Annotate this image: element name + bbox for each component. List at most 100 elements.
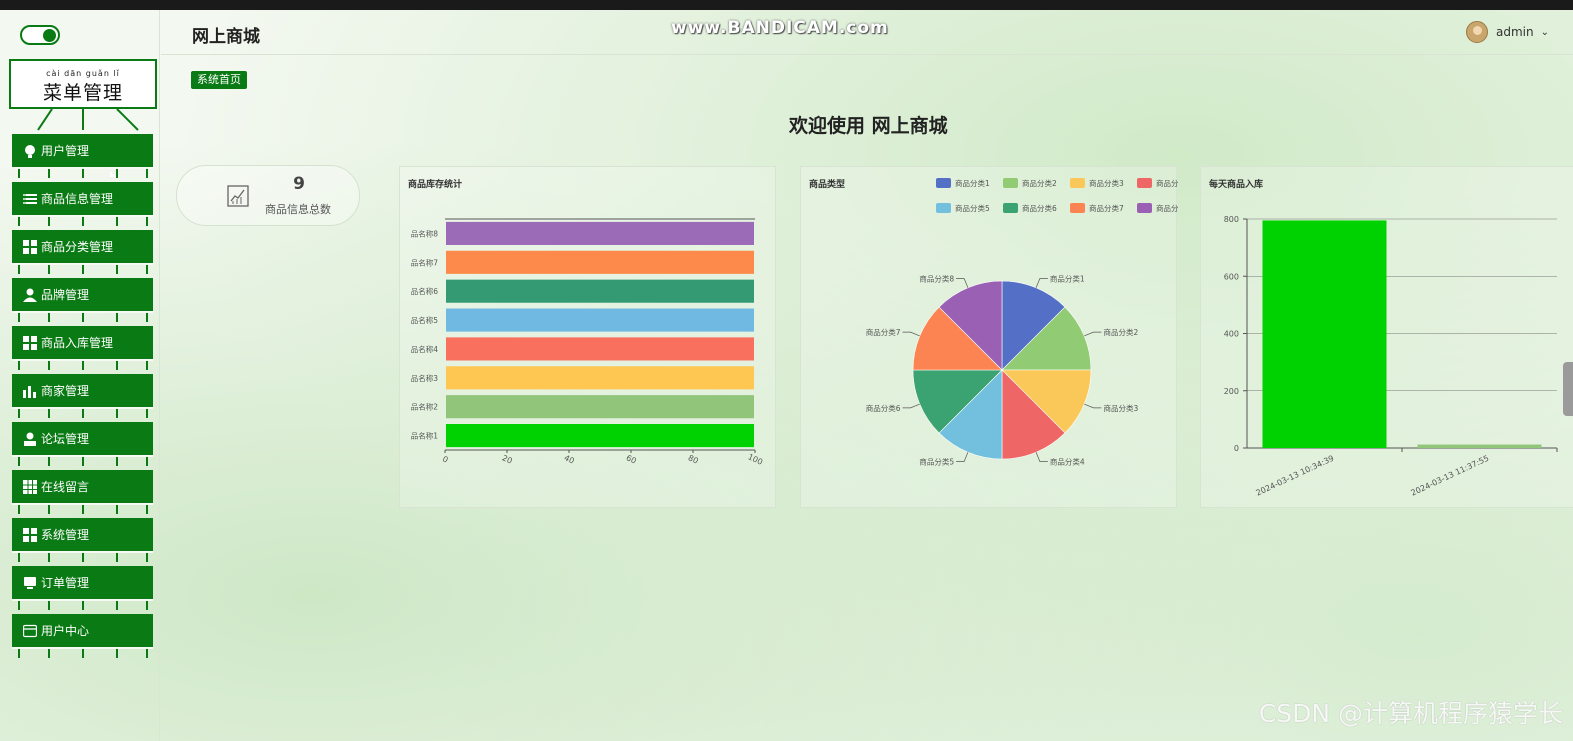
list-icon: [22, 191, 38, 207]
scrollbar-handle[interactable]: [1563, 362, 1573, 416]
y-tick-label: 400: [1224, 330, 1239, 339]
monitor-icon: [22, 575, 38, 591]
pie-label: 商品分类5: [919, 456, 954, 466]
y-tick-label: 800: [1224, 215, 1239, 224]
user-menu[interactable]: admin ⌄: [1466, 21, 1549, 43]
menu-item-pegs: [12, 217, 153, 227]
y-tick-label: 品名称1: [411, 431, 438, 441]
bar-chart-icon: [22, 383, 38, 399]
chevron-down-icon[interactable]: ⌄: [1541, 27, 1549, 38]
legend-swatch: [936, 178, 951, 188]
pie-label-line: [956, 278, 969, 288]
menu-sign-pinyin: cài dān guǎn lǐ: [46, 69, 120, 78]
legend-swatch: [1070, 178, 1085, 188]
x-tick-label: 80: [687, 453, 700, 465]
sidebar-item-11[interactable]: 用户中心: [12, 614, 153, 649]
sidebar-item-label: 在线留言: [41, 480, 90, 494]
pie-label: 商品分类1: [1050, 274, 1085, 284]
sidebar-item-1[interactable]: 用户管理: [12, 134, 153, 169]
grid-icon: [22, 335, 38, 351]
menu-item-pegs: [12, 361, 153, 371]
pie-label-line: [1084, 331, 1102, 337]
menu-item-pegs: [12, 409, 153, 419]
sidebar-item-5[interactable]: 商品入库管理: [12, 326, 153, 361]
sidebar: cài dān guǎn lǐ 菜单管理 用户管理商品信息管理 商品分类管理 品牌管…: [4, 10, 160, 741]
sidebar-item-9[interactable]: 系统管理: [12, 518, 153, 553]
avatar[interactable]: [1466, 21, 1488, 43]
y-tick-label: 品名称3: [411, 373, 438, 383]
sign-legs: [37, 109, 139, 131]
daily-stock-panel: 每天商品入库 0 200 400 600 800 2024-03-13 10:34:39 2…: [1200, 166, 1573, 508]
stat-label: 商品信息总数: [265, 203, 331, 216]
bar-7: [446, 250, 754, 274]
pie-label-line: [902, 403, 920, 409]
pie-label: 商品分类3: [1103, 403, 1138, 413]
menu-item-pegs: [12, 265, 153, 275]
sidebar-item-3[interactable]: 商品分类管理: [12, 230, 153, 265]
x-tick-label: 2024-03-13 10:34:39: [1255, 454, 1336, 498]
sidebar-item-label: 系统管理: [41, 528, 90, 542]
legend-label: 商品分类3: [1089, 178, 1124, 188]
menu-item-pegs: [12, 601, 153, 611]
person-icon: [22, 431, 38, 447]
sidebar-toggle-switch[interactable]: [20, 25, 60, 45]
csdn-watermark: CSDN @计算机程序猿学长: [1258, 699, 1563, 728]
sidebar-item-label: 用户管理: [41, 144, 90, 158]
category-chart-panel: 商品类型 商品分类1商品分类2商品分类3商品分类4商品分类5商品分类6商品分类7…: [800, 166, 1178, 508]
legend-swatch: [1137, 178, 1152, 188]
sidebar-item-label: 品牌管理: [41, 288, 90, 302]
bar-3: [446, 366, 754, 390]
menu-item-pegs: [12, 553, 153, 563]
pie-label: 商品分类7: [866, 327, 901, 337]
sidebar-item-10[interactable]: 订单管理: [12, 566, 153, 601]
menu-item-pegs: [12, 457, 153, 467]
header: 网上商城 www.BANDICAM.com admin ⌄: [161, 10, 1573, 55]
sidebar-item-label: 商家管理: [41, 384, 90, 398]
y-tick-label: 品名称8: [411, 228, 438, 238]
table-icon: [22, 479, 38, 495]
bar-1: [1262, 220, 1387, 448]
x-tick-label: 2024-03-13 11:37:55: [1410, 454, 1491, 498]
x-tick-label: 20: [501, 453, 514, 465]
pie-label-line: [902, 331, 920, 337]
trend-chart-icon: [227, 185, 249, 207]
legend-swatch: [1070, 203, 1085, 213]
grid-icon: [22, 527, 38, 543]
pie-label-line: [1035, 278, 1048, 288]
y-tick-label: 200: [1224, 387, 1239, 396]
y-tick-label: 品名称6: [411, 286, 438, 296]
breadcrumb[interactable]: 系统首页: [191, 71, 247, 89]
sidebar-item-label: 商品信息管理: [41, 192, 114, 206]
bar-5: [446, 308, 754, 332]
pie-label-line: [956, 452, 969, 462]
legend-label: 商品分类2: [1022, 178, 1057, 188]
x-tick-label: 0: [441, 454, 449, 464]
menu-sign-title: 菜单管理: [42, 82, 123, 104]
sidebar-item-label: 用户中心: [41, 624, 90, 638]
welcome-title: 欢迎使用 网上商城: [789, 115, 948, 137]
sidebar-item-label: 论坛管理: [41, 432, 90, 446]
pie-label: 商品分类6: [866, 403, 901, 413]
x-tick-label: 60: [625, 453, 638, 465]
grid-icon: [22, 239, 38, 255]
sidebar-item-label: 商品入库管理: [41, 336, 114, 350]
sidebar-item-label: 商品分类管理: [41, 240, 114, 254]
sidebar-item-4[interactable]: 品牌管理: [12, 278, 153, 313]
top-dark-strip: [0, 0, 1573, 10]
y-tick-label: 品名称5: [411, 315, 438, 325]
menu-sign: cài dān guǎn lǐ 菜单管理: [9, 59, 157, 109]
user-icon: [22, 287, 38, 303]
legend-label: 商品分类8: [1156, 203, 1178, 213]
sidebar-item-2[interactable]: 商品信息管理: [12, 182, 153, 217]
sidebar-item-7[interactable]: 论坛管理: [12, 422, 153, 457]
menu-item-pegs: [12, 313, 153, 323]
username[interactable]: admin: [1496, 25, 1534, 39]
bandicam-watermark: www.BANDICAM.com: [671, 18, 889, 38]
legend-swatch: [1003, 178, 1018, 188]
sidebar-item-6[interactable]: 商家管理: [12, 374, 153, 409]
bar-2: [446, 395, 754, 419]
sidebar-item-8[interactable]: 在线留言: [12, 470, 153, 505]
stat-value: 9: [293, 174, 305, 194]
y-tick-label: 0: [1234, 444, 1239, 453]
legend-swatch: [936, 203, 951, 213]
